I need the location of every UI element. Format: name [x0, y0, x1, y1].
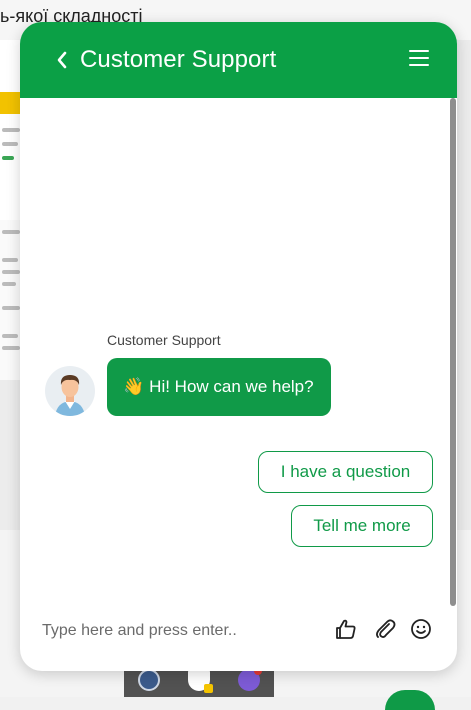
quick-reply-tell-more[interactable]: Tell me more	[291, 505, 433, 547]
viber-app-icon[interactable]	[238, 666, 262, 691]
smiley-icon[interactable]	[410, 618, 432, 640]
chevron-left-icon[interactable]	[52, 50, 72, 70]
chat-widget: Customer Support Customer Support 👋 Hi! …	[20, 22, 457, 671]
agent-message-bubble: 👋 Hi! How can we help?	[107, 358, 331, 416]
message-input[interactable]	[40, 619, 314, 643]
paperclip-icon[interactable]	[374, 618, 396, 640]
message-composer	[20, 611, 457, 671]
thumbs-up-icon[interactable]	[335, 618, 357, 640]
chat-scrollbar[interactable]	[450, 98, 456, 606]
hamburger-menu-icon[interactable]	[409, 50, 429, 68]
sender-name: Customer Support	[107, 332, 221, 348]
chat-title: Customer Support	[80, 46, 277, 73]
waving-hand-icon: 👋	[123, 377, 145, 396]
network-globe-icon[interactable]	[138, 668, 160, 691]
agent-avatar	[45, 366, 95, 416]
agent-message-text: Hi! How can we help?	[149, 377, 314, 396]
chat-header: Customer Support	[20, 22, 457, 98]
security-shield-icon[interactable]	[188, 668, 213, 693]
quick-reply-have-question[interactable]: I have a question	[258, 451, 433, 493]
